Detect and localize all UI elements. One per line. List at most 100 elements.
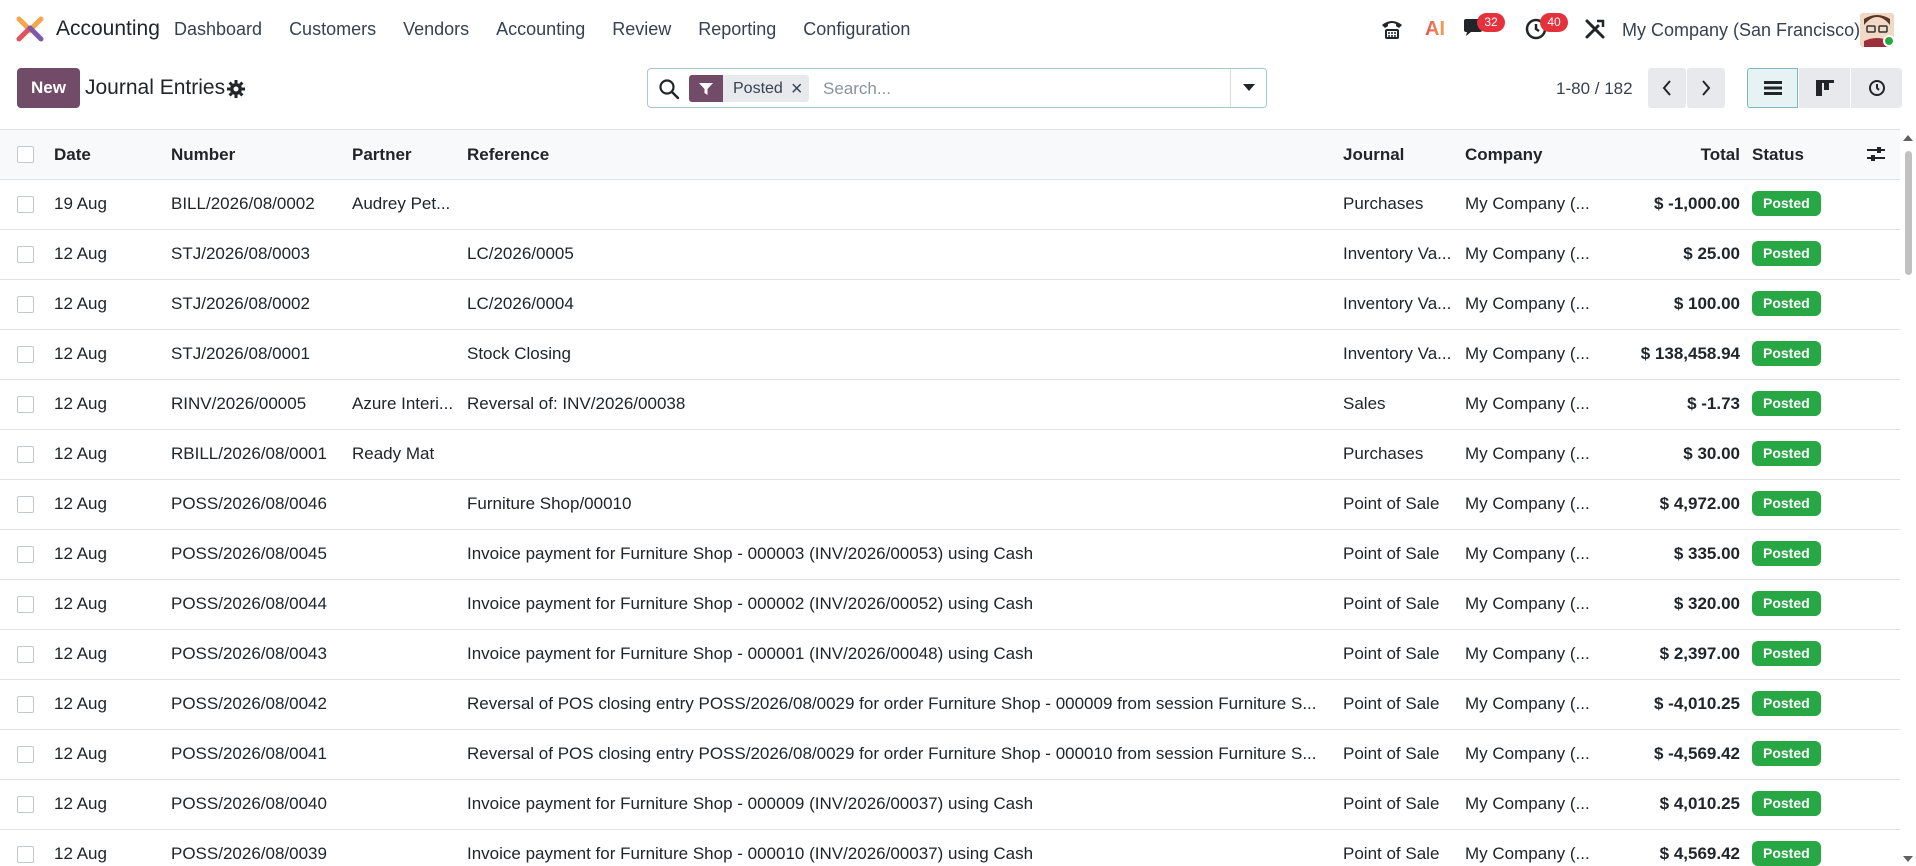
cell-company: My Company (... — [1465, 744, 1590, 763]
cell-number: STJ/2026/08/0001 — [171, 344, 310, 363]
tools-icon[interactable] — [1578, 12, 1612, 46]
row-checkbox[interactable] — [17, 546, 34, 563]
search-icon[interactable] — [658, 78, 680, 100]
row-checkbox[interactable] — [17, 346, 34, 363]
pager-next-button[interactable] — [1687, 68, 1725, 108]
table-row[interactable]: 12 Aug POSS/2026/08/0041 Reversal of POS c… — [0, 730, 1900, 780]
column-partner[interactable]: Partner — [352, 145, 412, 165]
cell-date: 12 Aug — [54, 744, 107, 763]
close-icon[interactable]: × — [791, 79, 809, 99]
status-badge: Posted — [1752, 841, 1821, 866]
menu-configuration[interactable]: Configuration — [803, 19, 910, 40]
row-checkbox[interactable] — [17, 646, 34, 663]
pager-value[interactable]: 1-80 / 182 — [1556, 79, 1633, 99]
table-row[interactable]: 12 Aug STJ/2026/08/0003 LC/2026/0005 Invent… — [0, 230, 1900, 280]
scroll-down-icon[interactable] — [1903, 856, 1913, 862]
menu-accounting[interactable]: Accounting — [496, 19, 585, 40]
status-badge: Posted — [1752, 691, 1821, 716]
cell-company: My Company (... — [1465, 694, 1590, 713]
row-checkbox[interactable] — [17, 396, 34, 413]
cell-company: My Company (... — [1465, 394, 1590, 413]
activities-count-badge: 40 — [1540, 13, 1568, 32]
list-view-button[interactable] — [1747, 68, 1798, 108]
top-navbar: Accounting Dashboard Customers Vendors A… — [0, 0, 1916, 59]
row-checkbox[interactable] — [17, 246, 34, 263]
cell-journal: Purchases — [1343, 194, 1424, 213]
messages-icon[interactable]: 32 — [1457, 12, 1505, 46]
select-all-checkbox[interactable] — [17, 146, 34, 163]
cell-journal: Point of Sale — [1343, 494, 1440, 513]
vertical-scrollbar[interactable] — [1900, 129, 1916, 866]
table-row[interactable]: 12 Aug RBILL/2026/08/0001 Ready Mat Purchas… — [0, 430, 1900, 480]
cell-journal: Point of Sale — [1343, 594, 1440, 613]
cell-company: My Company (... — [1465, 594, 1590, 613]
column-total[interactable]: Total — [1600, 145, 1740, 165]
activities-clock-icon[interactable]: 40 — [1520, 12, 1568, 46]
optional-columns-icon[interactable] — [1866, 144, 1886, 164]
table-row[interactable]: 19 Aug BILL/2026/08/0002 Audrey Pet... Purc… — [0, 180, 1900, 230]
cell-date: 12 Aug — [54, 844, 107, 863]
cell-date: 12 Aug — [54, 794, 107, 813]
menu-review[interactable]: Review — [612, 19, 671, 40]
table-row[interactable]: 12 Aug POSS/2026/08/0040 Invoice payment f… — [0, 780, 1900, 830]
cell-reference: Invoice payment for Furniture Shop - 000… — [467, 594, 1034, 613]
column-status[interactable]: Status — [1752, 145, 1804, 165]
new-button[interactable]: New — [17, 68, 80, 108]
column-number[interactable]: Number — [171, 145, 235, 165]
clock-icon — [1868, 80, 1885, 96]
menu-dashboard[interactable]: Dashboard — [174, 19, 262, 40]
app-name[interactable]: Accounting — [56, 17, 160, 41]
row-checkbox[interactable] — [17, 596, 34, 613]
row-checkbox[interactable] — [17, 796, 34, 813]
menu-reporting[interactable]: Reporting — [698, 19, 776, 40]
company-switcher[interactable]: My Company (San Francisco) — [1622, 20, 1860, 41]
column-reference[interactable]: Reference — [467, 145, 549, 165]
search-facet-posted[interactable]: Posted × — [689, 75, 809, 102]
status-badge: Posted — [1752, 391, 1821, 416]
cell-date: 12 Aug — [54, 594, 107, 613]
table-row[interactable]: 12 Aug RINV/2026/00005 Azure Interi... Reve… — [0, 380, 1900, 430]
table-row[interactable]: 12 Aug STJ/2026/08/0002 LC/2026/0004 Invent… — [0, 280, 1900, 330]
cell-number: POSS/2026/08/0042 — [171, 694, 327, 713]
column-journal[interactable]: Journal — [1343, 145, 1404, 165]
search-input[interactable] — [823, 77, 1213, 101]
row-checkbox[interactable] — [17, 196, 34, 213]
cell-reference: Invoice payment for Furniture Shop - 000… — [467, 794, 1034, 813]
row-checkbox[interactable] — [17, 296, 34, 313]
row-checkbox[interactable] — [17, 696, 34, 713]
cell-journal: Inventory Va... — [1343, 344, 1452, 363]
activity-view-button[interactable] — [1851, 68, 1902, 108]
table-row[interactable]: 12 Aug POSS/2026/08/0044 Invoice payment f… — [0, 580, 1900, 630]
cell-total: $ 335.00 — [1673, 544, 1740, 563]
accounting-app-icon[interactable] — [16, 15, 44, 43]
row-checkbox[interactable] — [17, 846, 34, 863]
table-row[interactable]: 12 Aug POSS/2026/08/0042 Reversal of POS c… — [0, 680, 1900, 730]
column-company[interactable]: Company — [1465, 145, 1542, 165]
scroll-up-icon[interactable] — [1903, 135, 1913, 141]
row-checkbox[interactable] — [17, 496, 34, 513]
cell-total: $ 30.00 — [1683, 444, 1740, 463]
cell-total: $ 4,010.25 — [1659, 794, 1740, 813]
row-checkbox[interactable] — [17, 746, 34, 763]
menu-vendors[interactable]: Vendors — [403, 19, 469, 40]
column-date[interactable]: Date — [54, 145, 91, 165]
search-options-toggle[interactable] — [1230, 69, 1266, 107]
cell-number: POSS/2026/08/0044 — [171, 594, 327, 613]
cell-number: POSS/2026/08/0039 — [171, 844, 327, 863]
ai-icon[interactable]: AI — [1418, 12, 1452, 46]
kanban-view-button[interactable] — [1799, 68, 1850, 108]
table-row[interactable]: 12 Aug POSS/2026/08/0039 Invoice payment f… — [0, 830, 1900, 866]
gear-icon[interactable] — [226, 79, 246, 99]
list-header: Date Number Partner Reference Journal Co… — [0, 129, 1900, 180]
table-row[interactable]: 12 Aug POSS/2026/08/0046 Furniture Shop/00… — [0, 480, 1900, 530]
menu-customers[interactable]: Customers — [289, 19, 376, 40]
table-row[interactable]: 12 Aug STJ/2026/08/0001 Stock Closing Inven… — [0, 330, 1900, 380]
cell-company: My Company (... — [1465, 544, 1590, 563]
row-checkbox[interactable] — [17, 446, 34, 463]
pager-previous-button[interactable] — [1648, 68, 1686, 108]
chevron-right-icon — [1702, 80, 1711, 96]
scroll-thumb[interactable] — [1905, 151, 1912, 275]
phone-icon[interactable] — [1375, 12, 1409, 46]
table-row[interactable]: 12 Aug POSS/2026/08/0045 Invoice payment f… — [0, 530, 1900, 580]
table-row[interactable]: 12 Aug POSS/2026/08/0043 Invoice payment f… — [0, 630, 1900, 680]
